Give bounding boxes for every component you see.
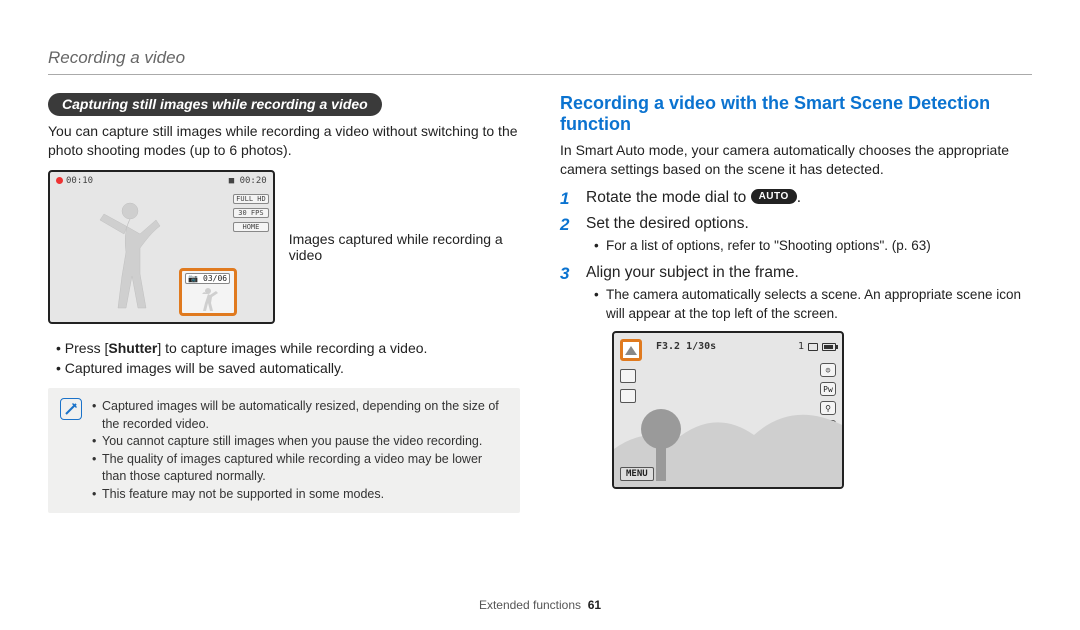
- note-item: You cannot capture still images when you…: [92, 433, 508, 451]
- subsection-pill: Capturing still images while recording a…: [48, 93, 382, 116]
- battery-icon: [822, 343, 836, 351]
- dancer-silhouette-icon: [96, 198, 172, 316]
- exposure-readout: F3.2 1/30s: [656, 341, 716, 352]
- figure-caption: Images captured while recording a video: [289, 231, 520, 263]
- auto-mode-badge: AUTO: [751, 189, 797, 204]
- record-dot-icon: [56, 177, 63, 184]
- step-3-sub: The camera automatically selects a scene…: [594, 286, 1032, 324]
- scene-icon-highlight: [620, 339, 642, 361]
- step-2: Set the desired options. For a list of o…: [560, 215, 1032, 256]
- left-bullets: Press [Shutter] to capture images while …: [48, 338, 520, 379]
- note-icon: [60, 398, 82, 420]
- remain-time: ■ 00:20: [229, 176, 267, 186]
- menu-button-label: MENU: [620, 467, 654, 481]
- home-icon: HOME: [233, 222, 269, 232]
- left-column: Capturing still images while recording a…: [48, 93, 520, 513]
- breadcrumb: Recording a video: [48, 48, 1032, 68]
- left-intro: You can capture still images while recor…: [48, 122, 520, 160]
- note-item: This feature may not be supported in som…: [92, 486, 508, 504]
- lcd-side-icons: FULL HD 30 FPS HOME: [233, 194, 269, 232]
- captured-thumbnail: 📷 03/06: [179, 268, 237, 316]
- note-item: The quality of images captured while rec…: [92, 451, 508, 486]
- figure-row: 00:10 ■ 00:20 FULL HD 30 FPS HOME 📷 03/0…: [48, 170, 520, 324]
- rec-time: 00:10: [56, 176, 93, 186]
- two-column-layout: Capturing still images while recording a…: [48, 93, 1032, 513]
- note-box: Captured images will be automatically re…: [48, 388, 520, 513]
- thumb-counter: 📷 03/06: [185, 273, 230, 284]
- bullet-autosave: Captured images will be saved automatica…: [56, 358, 520, 378]
- divider: [48, 74, 1032, 75]
- right-column: Recording a video with the Smart Scene D…: [560, 93, 1032, 513]
- section-heading: Recording a video with the Smart Scene D…: [560, 93, 1032, 135]
- step-3: Align your subject in the frame. The cam…: [560, 264, 1032, 490]
- note-item: Captured images will be automatically re…: [92, 398, 508, 433]
- note-list: Captured images will be automatically re…: [92, 398, 508, 503]
- landscape-scene-icon: [625, 346, 637, 355]
- right-intro: In Smart Auto mode, your camera automati…: [560, 141, 1032, 179]
- camera-lcd-recording: 00:10 ■ 00:20 FULL HD 30 FPS HOME 📷 03/0…: [48, 170, 275, 324]
- camera-lcd-scene-detect: F3.2 1/30s 1 ☺ Pw ⚲ ▲: [612, 331, 844, 489]
- card-icon: [808, 343, 818, 351]
- steps-list: Rotate the mode dial to AUTO. Set the de…: [560, 189, 1032, 490]
- page-footer: Extended functions 61: [0, 598, 1080, 612]
- bullet-shutter: Press [Shutter] to capture images while …: [56, 338, 520, 358]
- lcd-top-right: 1: [798, 341, 836, 352]
- step-2-sub: For a list of options, refer to "Shootin…: [594, 237, 1032, 256]
- fps-icon: 30 FPS: [233, 208, 269, 218]
- quality-icon: FULL HD: [233, 194, 269, 204]
- smile-icon: ☺: [820, 363, 836, 377]
- step-1: Rotate the mode dial to AUTO.: [560, 189, 1032, 207]
- thumb-dancer-icon: [194, 285, 222, 313]
